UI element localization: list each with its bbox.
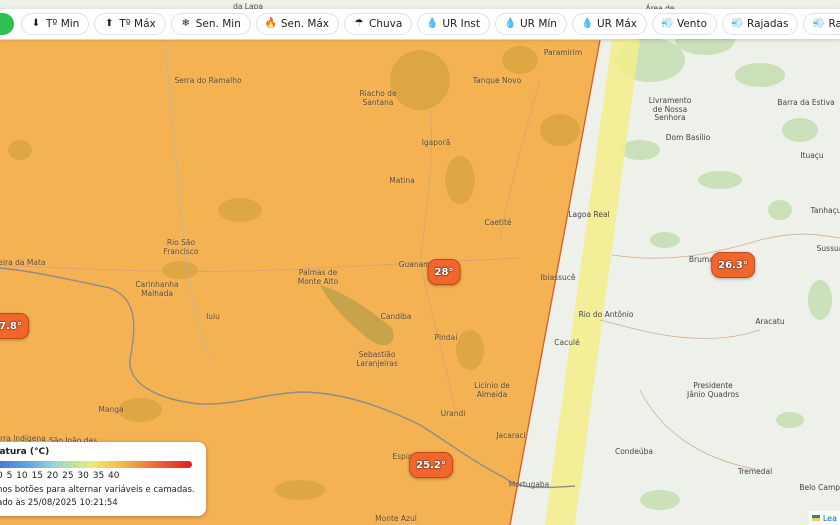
toolbar-button-ur-inst[interactable]: 💧 UR Inst xyxy=(417,13,490,35)
place-label: Riacho de Santana xyxy=(359,89,397,107)
toolbar-button-icon: ☂ xyxy=(354,18,364,29)
temperature-marker[interactable]: 26.3° xyxy=(711,252,755,278)
toolbar-button-label: Tº Min xyxy=(46,18,80,30)
place-label: Barra da Estiva xyxy=(777,98,835,107)
place-label: Candiba xyxy=(380,312,412,321)
toolbar-button-label: UR Mín xyxy=(520,18,557,30)
place-label: Jacaraci xyxy=(496,431,526,440)
toolbar-button-icon: 💧 xyxy=(504,18,517,29)
toolbar-button-sen-min[interactable]: ❄ Sen. Min xyxy=(170,13,251,35)
place-label: Dom Basílio xyxy=(665,133,711,142)
place-label: Iuiu xyxy=(206,312,220,321)
toolbar-button-icon: 💨 xyxy=(812,18,825,29)
active-layer-indicator[interactable] xyxy=(0,13,14,35)
temperature-marker[interactable]: 27.8° xyxy=(0,313,29,339)
place-label: Carinhanha Malhada xyxy=(135,280,179,298)
toolbar-button-icon: ⬇ xyxy=(31,18,41,29)
toolbar-button-label: UR Máx xyxy=(596,18,637,30)
place-label: Monte Azul xyxy=(375,514,417,523)
place-label: Caculé xyxy=(554,338,580,347)
leaflet-link[interactable]: Lea xyxy=(823,514,837,523)
place-label: Mortugaba xyxy=(508,480,550,489)
toolbar-button-label: Rajadas xyxy=(747,18,789,30)
toolbar-button-t-min[interactable]: ⬇ Tº Min xyxy=(21,13,90,35)
temperature-marker[interactable]: 25.2° xyxy=(409,452,453,478)
toolbar-button-icon: 💧 xyxy=(580,18,594,29)
place-label: Sussua xyxy=(816,244,840,253)
legend-title: ratura (°C) xyxy=(0,447,50,457)
place-label: Tanhaçu xyxy=(810,206,840,215)
toolbar-button-icon: 💧 xyxy=(426,18,439,29)
toolbar-button-ur-m-n[interactable]: 💧 UR Mín xyxy=(495,13,567,35)
place-label: Palmas de Monte Alto xyxy=(297,268,339,286)
toolbar-button-label: Vento xyxy=(676,18,708,30)
toolbar-button-icon: 🔥 xyxy=(264,18,278,29)
toolbar-button-icon: ⬆ xyxy=(105,18,114,29)
place-label: Livramento de Nossa Senhora xyxy=(648,96,692,123)
place-label: Rio do Antônio xyxy=(578,310,634,319)
toolbar-button-ur-m-x[interactable]: 💧 UR Máx xyxy=(571,13,647,35)
temperature-marker[interactable]: 28° xyxy=(427,259,461,285)
toolbar-button-label: UR Inst xyxy=(442,18,480,30)
place-label: Tremedal xyxy=(737,467,773,476)
toolbar-button-rajadas[interactable]: 💨 Rajadas xyxy=(722,13,799,35)
toolbar-button-icon: ❄ xyxy=(181,18,190,29)
toolbar-button-vento[interactable]: 💨 Vento xyxy=(651,13,718,35)
toolbar-button-rajadas-max[interactable]: 💨Rajadas Max xyxy=(803,13,840,35)
legend-updated: ado às 25/08/2025 10:21:54 xyxy=(0,498,118,508)
place-label: Feira da Mata xyxy=(0,258,46,267)
place-label: Ituaçu xyxy=(800,151,824,160)
legend-color-scale xyxy=(0,461,192,468)
toolbar-button-label: Tº Máx xyxy=(119,18,156,30)
place-label: Belo Campo xyxy=(799,483,840,492)
toolbar-button-sen-m-x[interactable]: 🔥 Sen. Máx xyxy=(255,13,340,35)
place-label: Pindaí xyxy=(434,333,458,342)
place-label: Matina xyxy=(389,176,415,185)
toolbar-button-label: Chuva xyxy=(369,18,403,30)
toolbar-button-chuva[interactable]: ☂ Chuva xyxy=(344,13,413,35)
place-label: Aracatu xyxy=(755,317,785,326)
place-label: Igaporã xyxy=(421,138,451,147)
place-label: Licínio de Almeida xyxy=(474,381,510,399)
place-label: Lagoa Real xyxy=(568,210,610,219)
place-label: Sebastião Laranjeiras xyxy=(356,350,398,368)
place-label: Caetité xyxy=(484,218,512,227)
place-label: Serra do Ramalho xyxy=(174,76,242,85)
place-label: Presidente Jânio Quadros xyxy=(686,381,740,399)
legend-panel: ratura (°C) 0 5 10 15 20 25 30 35 40 nos… xyxy=(0,442,206,516)
place-label: Condeúba xyxy=(614,447,654,456)
toolbar-button-label: Rajadas Max xyxy=(828,18,840,30)
place-label: Urandi xyxy=(440,409,466,418)
place-label: Manga xyxy=(98,405,124,414)
toolbar-button-t-m-x[interactable]: ⬆ Tº Máx xyxy=(94,13,166,35)
legend-hint: nos botões para alternar variáveis e cam… xyxy=(0,485,195,495)
place-label: Tanque Novo xyxy=(472,76,522,85)
toolbar-button-icon: 💨 xyxy=(660,18,674,29)
ukraine-flag-icon xyxy=(811,515,820,521)
map-attribution[interactable]: Lea xyxy=(808,511,840,525)
toolbar-button-icon: 💨 xyxy=(731,18,744,29)
place-label: Rio São Francisco xyxy=(163,238,199,256)
toolbar-button-label: Sen. Min xyxy=(195,18,241,30)
legend-ticks: 0 5 10 15 20 25 30 35 40 xyxy=(0,471,120,481)
place-label: Paramirim xyxy=(543,48,583,57)
variable-toolbar: ⬇ Tº Min ⬆ Tº Máx ❄ Sen. Min 🔥 Sen. Máx ☂ Chuva 💧 U… xyxy=(0,9,840,39)
toolbar-button-label: Sen. Máx xyxy=(280,18,330,30)
place-label: Ibiassucê xyxy=(540,273,576,282)
